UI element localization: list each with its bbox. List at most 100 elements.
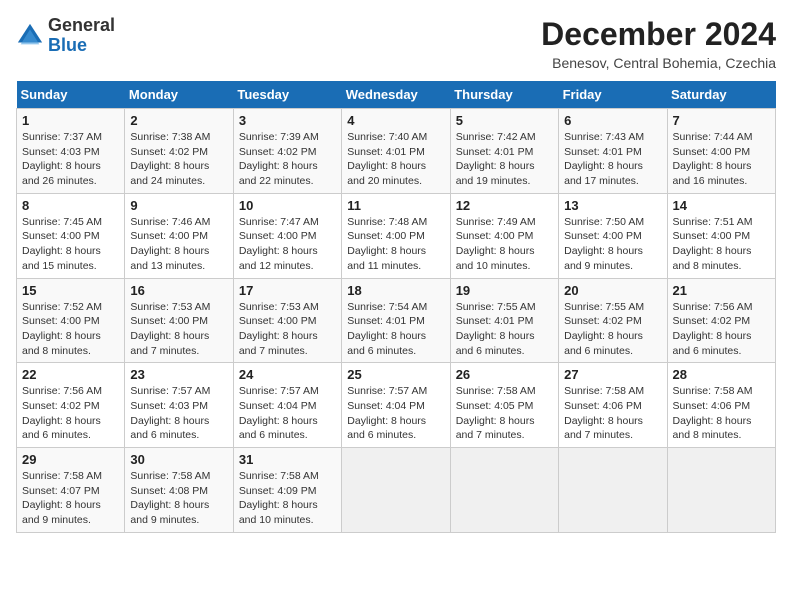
day-info: Sunrise: 7:50 AMSunset: 4:00 PMDaylight:… [564, 215, 661, 274]
calendar-cell: 13Sunrise: 7:50 AMSunset: 4:00 PMDayligh… [559, 193, 667, 278]
calendar-cell: 10Sunrise: 7:47 AMSunset: 4:00 PMDayligh… [233, 193, 341, 278]
calendar-cell: 29 Sunrise: 7:58 AMSunset: 4:07 PMDayligh… [17, 448, 125, 533]
calendar-cell: 23 Sunrise: 7:57 AMSunset: 4:03 PMDayligh… [125, 363, 233, 448]
calendar-cell: 7 Sunrise: 7:44 AMSunset: 4:00 PMDaylight… [667, 109, 775, 194]
day-number: 25 [347, 367, 444, 382]
day-number: 30 [130, 452, 227, 467]
calendar-cell: 27 Sunrise: 7:58 AMSunset: 4:06 PMDayligh… [559, 363, 667, 448]
day-number: 26 [456, 367, 553, 382]
calendar-cell: 20 Sunrise: 7:55 AMSunset: 4:02 PMDayligh… [559, 278, 667, 363]
calendar-cell: 26 Sunrise: 7:58 AMSunset: 4:05 PMDayligh… [450, 363, 558, 448]
day-number: 21 [673, 283, 770, 298]
day-info: Sunrise: 7:44 AMSunset: 4:00 PMDaylight:… [673, 130, 770, 189]
day-info: Sunrise: 7:58 AMSunset: 4:05 PMDaylight:… [456, 384, 553, 443]
calendar-cell: 19 Sunrise: 7:55 AMSunset: 4:01 PMDayligh… [450, 278, 558, 363]
logo-icon [16, 22, 44, 50]
day-info: Sunrise: 7:43 AMSunset: 4:01 PMDaylight:… [564, 130, 661, 189]
calendar-subtitle: Benesov, Central Bohemia, Czechia [541, 55, 776, 71]
column-header-monday: Monday [125, 81, 233, 109]
day-number: 5 [456, 113, 553, 128]
logo-general-text: General [48, 15, 115, 35]
day-info: Sunrise: 7:48 AMSunset: 4:00 PMDaylight:… [347, 215, 444, 274]
day-number: 24 [239, 367, 336, 382]
calendar-cell: 25 Sunrise: 7:57 AMSunset: 4:04 PMDayligh… [342, 363, 450, 448]
day-number: 16 [130, 283, 227, 298]
day-info: Sunrise: 7:55 AMSunset: 4:02 PMDaylight:… [564, 300, 661, 359]
calendar-cell [667, 448, 775, 533]
calendar-cell: 21 Sunrise: 7:56 AMSunset: 4:02 PMDayligh… [667, 278, 775, 363]
calendar-cell: 12 Sunrise: 7:49 AMSunset: 4:00 PMDayligh… [450, 193, 558, 278]
day-info: Sunrise: 7:51 AMSunset: 4:00 PMDaylight:… [673, 215, 770, 274]
calendar-cell: 4Sunrise: 7:40 AMSunset: 4:01 PMDaylight… [342, 109, 450, 194]
day-number: 28 [673, 367, 770, 382]
day-number: 10 [239, 198, 336, 213]
calendar-cell: 15Sunrise: 7:52 AMSunset: 4:00 PMDayligh… [17, 278, 125, 363]
day-info: Sunrise: 7:38 AMSunset: 4:02 PMDaylight:… [130, 130, 227, 189]
week-row-5: 29 Sunrise: 7:58 AMSunset: 4:07 PMDayligh… [17, 448, 776, 533]
calendar-cell: 16Sunrise: 7:53 AMSunset: 4:00 PMDayligh… [125, 278, 233, 363]
column-header-sunday: Sunday [17, 81, 125, 109]
day-info: Sunrise: 7:40 AMSunset: 4:01 PMDaylight:… [347, 130, 444, 189]
day-info: Sunrise: 7:58 AMSunset: 4:07 PMDaylight:… [22, 469, 119, 528]
day-info: Sunrise: 7:42 AMSunset: 4:01 PMDaylight:… [456, 130, 553, 189]
calendar-cell [559, 448, 667, 533]
day-number: 27 [564, 367, 661, 382]
column-header-friday: Friday [559, 81, 667, 109]
day-number: 29 [22, 452, 119, 467]
calendar-cell: 8Sunrise: 7:45 AMSunset: 4:00 PMDaylight… [17, 193, 125, 278]
calendar-cell: 28Sunrise: 7:58 AMSunset: 4:06 PMDayligh… [667, 363, 775, 448]
day-info: Sunrise: 7:57 AMSunset: 4:04 PMDaylight:… [347, 384, 444, 443]
day-number: 12 [456, 198, 553, 213]
week-row-2: 8Sunrise: 7:45 AMSunset: 4:00 PMDaylight… [17, 193, 776, 278]
calendar-cell: 9 Sunrise: 7:46 AMSunset: 4:00 PMDaylight… [125, 193, 233, 278]
day-info: Sunrise: 7:58 AMSunset: 4:09 PMDaylight:… [239, 469, 336, 528]
day-info: Sunrise: 7:46 AMSunset: 4:00 PMDaylight:… [130, 215, 227, 274]
header-row: SundayMondayTuesdayWednesdayThursdayFrid… [17, 81, 776, 109]
day-info: Sunrise: 7:54 AMSunset: 4:01 PMDaylight:… [347, 300, 444, 359]
day-number: 18 [347, 283, 444, 298]
logo: General Blue [16, 16, 115, 56]
page-header: General Blue December 2024 Benesov, Cent… [16, 16, 776, 71]
day-info: Sunrise: 7:49 AMSunset: 4:00 PMDaylight:… [456, 215, 553, 274]
day-number: 8 [22, 198, 119, 213]
column-header-thursday: Thursday [450, 81, 558, 109]
calendar-cell: 1 Sunrise: 7:37 AMSunset: 4:03 PMDaylight… [17, 109, 125, 194]
calendar-cell: 6 Sunrise: 7:43 AMSunset: 4:01 PMDaylight… [559, 109, 667, 194]
day-info: Sunrise: 7:37 AMSunset: 4:03 PMDaylight:… [22, 130, 119, 189]
day-number: 23 [130, 367, 227, 382]
day-info: Sunrise: 7:58 AMSunset: 4:06 PMDaylight:… [564, 384, 661, 443]
calendar-cell: 30 Sunrise: 7:58 AMSunset: 4:08 PMDayligh… [125, 448, 233, 533]
day-info: Sunrise: 7:58 AMSunset: 4:08 PMDaylight:… [130, 469, 227, 528]
calendar-cell: 2Sunrise: 7:38 AMSunset: 4:02 PMDaylight… [125, 109, 233, 194]
day-number: 9 [130, 198, 227, 213]
calendar-title: December 2024 [541, 16, 776, 53]
calendar-cell: 3Sunrise: 7:39 AMSunset: 4:02 PMDaylight… [233, 109, 341, 194]
day-number: 11 [347, 198, 444, 213]
day-info: Sunrise: 7:57 AMSunset: 4:03 PMDaylight:… [130, 384, 227, 443]
calendar-cell: 17Sunrise: 7:53 AMSunset: 4:00 PMDayligh… [233, 278, 341, 363]
title-block: December 2024 Benesov, Central Bohemia, … [541, 16, 776, 71]
day-number: 7 [673, 113, 770, 128]
calendar-cell: 11 Sunrise: 7:48 AMSunset: 4:00 PMDayligh… [342, 193, 450, 278]
day-number: 17 [239, 283, 336, 298]
calendar-cell: 14Sunrise: 7:51 AMSunset: 4:00 PMDayligh… [667, 193, 775, 278]
day-number: 19 [456, 283, 553, 298]
column-header-wednesday: Wednesday [342, 81, 450, 109]
day-number: 6 [564, 113, 661, 128]
calendar-cell [450, 448, 558, 533]
calendar-cell: 31Sunrise: 7:58 AMSunset: 4:09 PMDayligh… [233, 448, 341, 533]
week-row-1: 1 Sunrise: 7:37 AMSunset: 4:03 PMDaylight… [17, 109, 776, 194]
week-row-4: 22Sunrise: 7:56 AMSunset: 4:02 PMDayligh… [17, 363, 776, 448]
day-number: 1 [22, 113, 119, 128]
calendar-cell: 24Sunrise: 7:57 AMSunset: 4:04 PMDayligh… [233, 363, 341, 448]
calendar-cell [342, 448, 450, 533]
calendar-cell: 5 Sunrise: 7:42 AMSunset: 4:01 PMDaylight… [450, 109, 558, 194]
calendar-table: SundayMondayTuesdayWednesdayThursdayFrid… [16, 81, 776, 533]
day-number: 22 [22, 367, 119, 382]
day-info: Sunrise: 7:52 AMSunset: 4:00 PMDaylight:… [22, 300, 119, 359]
day-number: 20 [564, 283, 661, 298]
logo-blue-text: Blue [48, 35, 87, 55]
day-info: Sunrise: 7:55 AMSunset: 4:01 PMDaylight:… [456, 300, 553, 359]
day-info: Sunrise: 7:56 AMSunset: 4:02 PMDaylight:… [673, 300, 770, 359]
column-header-tuesday: Tuesday [233, 81, 341, 109]
